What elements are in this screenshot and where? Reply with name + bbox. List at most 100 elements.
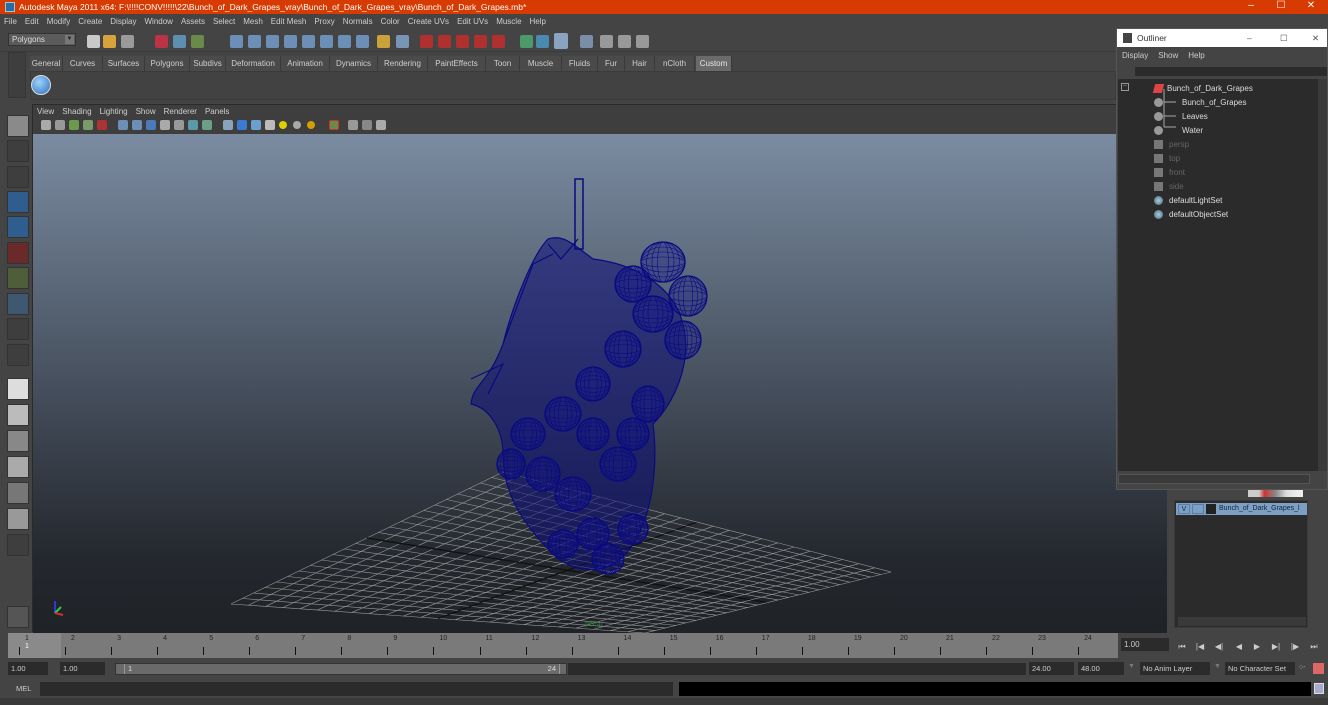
time-slider[interactable]: 1 1 2 3 4 5 6 7 8 9 10 11 12 13 14 15 16 17 18 19 20 21 22 23 2…	[8, 633, 1118, 658]
shelf-tab-rendering[interactable]: Rendering	[378, 56, 428, 71]
history-icon[interactable]	[338, 35, 351, 48]
viewport-menu-view[interactable]: View	[33, 105, 58, 118]
ipr-render-icon[interactable]	[536, 35, 549, 48]
new-scene-icon[interactable]	[87, 35, 100, 48]
film-gate-icon[interactable]	[348, 120, 358, 130]
snap-view-plane-icon[interactable]	[284, 35, 297, 48]
menu-muscle[interactable]: Muscle	[492, 14, 525, 30]
minimize-button[interactable]: –	[1236, 0, 1266, 14]
move-tool-icon[interactable]	[7, 191, 29, 213]
viewport-menu-renderer[interactable]: Renderer	[160, 105, 201, 118]
layer-buttons-icon[interactable]	[1248, 490, 1303, 497]
gold-sphere-icon[interactable]	[307, 121, 315, 129]
select-tool-icon[interactable]	[7, 115, 29, 137]
play-forwards-button[interactable]: ▶	[1250, 641, 1264, 653]
camera-select-icon[interactable]	[41, 120, 51, 130]
open-scene-icon[interactable]	[103, 35, 116, 48]
hypershade-persp-layout-icon[interactable]	[7, 482, 29, 504]
share-icon[interactable]	[376, 120, 386, 130]
menu-edit-uvs[interactable]: Edit UVs	[453, 14, 492, 30]
layer-scrollbar[interactable]	[1178, 617, 1306, 626]
outliner-vertical-scrollbar[interactable]	[1318, 79, 1327, 471]
camera-attributes-icon[interactable]	[55, 120, 65, 130]
batch-render-icon[interactable]	[618, 35, 631, 48]
paint-brush-tool-icon[interactable]	[7, 606, 29, 628]
outliner-close-button[interactable]: ✕	[1312, 29, 1319, 47]
menu-normals[interactable]: Normals	[339, 14, 377, 30]
menu-set-dropdown[interactable]: Polygons ▼	[8, 33, 76, 46]
shelf-tab-dynamics[interactable]: Dynamics	[330, 56, 378, 71]
outliner-filter-input[interactable]	[1135, 67, 1327, 76]
animation-end-field[interactable]: 48.00	[1078, 662, 1124, 675]
lock-icon[interactable]	[377, 35, 390, 48]
show-manipulator-icon[interactable]	[7, 318, 29, 340]
menu-color[interactable]: Color	[377, 14, 404, 30]
shade-wireframe-icon[interactable]	[160, 120, 170, 130]
shelf-tab-surfaces[interactable]: Surfaces	[103, 56, 145, 71]
snap-curve-icon[interactable]	[248, 35, 261, 48]
hypershade-icon[interactable]	[600, 35, 613, 48]
light-sphere-icon[interactable]	[279, 121, 287, 129]
command-language-toggle[interactable]: MEL	[16, 684, 31, 693]
playback-start-field[interactable]: 1.00	[60, 662, 105, 675]
isolate-select-icon[interactable]	[223, 120, 233, 130]
step-back-key-button[interactable]: ◀|	[1212, 641, 1226, 653]
high-quality-icon[interactable]	[265, 120, 275, 130]
shelf-options-grip[interactable]	[8, 52, 26, 98]
snap-surface-icon[interactable]	[320, 35, 333, 48]
shelf-tab-fur[interactable]: Fur	[598, 56, 625, 71]
smooth-shade-icon[interactable]	[132, 120, 142, 130]
shelf-tab-polygons[interactable]: Polygons	[145, 56, 190, 71]
play-backwards-button[interactable]: ◀	[1232, 641, 1246, 653]
menu-proxy[interactable]: Proxy	[310, 14, 338, 30]
outliner-menu-display[interactable]: Display	[1117, 49, 1153, 63]
outliner-menu-show[interactable]: Show	[1153, 49, 1183, 63]
shelf-tab-muscle[interactable]: Muscle	[520, 56, 562, 71]
menu-create-uvs[interactable]: Create UVs	[404, 14, 453, 30]
mel-command-input[interactable]	[40, 682, 673, 696]
gray-sphere-icon[interactable]	[293, 121, 301, 129]
viewport-menu-show[interactable]: Show	[132, 105, 160, 118]
3d-scene-view[interactable]: persp	[33, 134, 1167, 633]
select-component-icon[interactable]	[191, 35, 204, 48]
anim-layer-chevron-icon[interactable]: ▼	[1128, 663, 1135, 670]
snap-grid-icon[interactable]	[230, 35, 243, 48]
range-slider[interactable]: 1 24	[115, 663, 567, 675]
range-start-handle[interactable]	[119, 664, 125, 674]
viewport-menu-shading[interactable]: Shading	[58, 105, 95, 118]
shelf-tab-curves[interactable]: Curves	[63, 56, 103, 71]
menu-display[interactable]: Display	[106, 14, 140, 30]
layer-color-swatch[interactable]	[1206, 504, 1216, 514]
close-button[interactable]: ✕	[1296, 0, 1326, 14]
shelf-tab-fluids[interactable]: Fluids	[562, 56, 598, 71]
outliner-maximize-button[interactable]: ☐	[1280, 29, 1288, 47]
animation-start-field[interactable]: 1.00	[8, 662, 48, 675]
soft-modification-icon[interactable]	[7, 293, 29, 315]
character-set-dropdown[interactable]: No Character Set	[1225, 662, 1295, 675]
shelf-tab-custom[interactable]: Custom	[696, 56, 732, 71]
textured-icon[interactable]	[174, 120, 184, 130]
menu-modify[interactable]: Modify	[43, 14, 75, 30]
scale-tool-icon[interactable]	[7, 242, 29, 264]
menu-help[interactable]: Help	[526, 14, 550, 30]
persp-graph-hypershade-layout-icon[interactable]	[7, 508, 29, 530]
menu-mesh[interactable]: Mesh	[239, 14, 267, 30]
shadows-icon[interactable]	[202, 120, 212, 130]
shelf-tab-ncloth[interactable]: nCloth	[655, 56, 695, 71]
help-icon[interactable]	[356, 35, 369, 48]
rotate-tool-icon[interactable]	[7, 216, 29, 238]
anim-layer-dropdown[interactable]: No Anim Layer	[1140, 662, 1210, 675]
shelf-tab-subdivs[interactable]: Subdivs	[190, 56, 226, 71]
menu-create[interactable]: Create	[74, 14, 106, 30]
layer-display-type-toggle[interactable]	[1192, 504, 1204, 514]
menu-edit[interactable]: Edit	[21, 14, 43, 30]
snap-point-icon[interactable]	[266, 35, 279, 48]
resolution-gate-icon[interactable]	[329, 120, 339, 130]
shelf-tab-general[interactable]: General	[30, 56, 63, 71]
range-end-handle[interactable]	[559, 664, 565, 674]
channel-box-icon[interactable]	[636, 35, 649, 48]
outliner-minimize-button[interactable]: –	[1247, 29, 1252, 47]
bookmark-icon[interactable]	[69, 120, 79, 130]
use-all-lights-icon[interactable]	[188, 120, 198, 130]
menu-file[interactable]: File	[0, 14, 21, 30]
